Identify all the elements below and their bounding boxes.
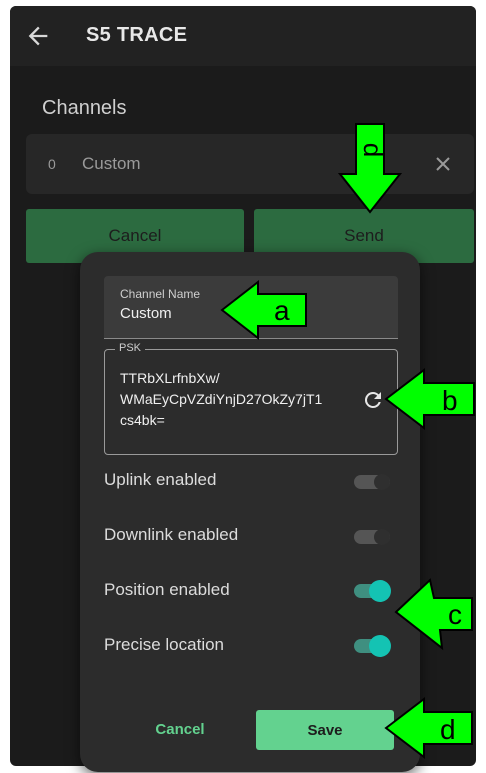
downlink-enabled-switch[interactable] (354, 524, 392, 548)
callout-letter-d-bottom: d (440, 714, 456, 745)
callout-arrow-a: a (220, 280, 307, 340)
psk-label: PSK (115, 342, 146, 354)
callout-letter-b: b (442, 385, 458, 416)
callout-letter-a: a (274, 295, 290, 326)
channel-index: 0 (48, 156, 56, 172)
channel-name-value: Custom (120, 305, 172, 322)
callout-arrow-d-top: d (338, 123, 402, 214)
callout-arrow-c: c (394, 578, 473, 651)
uplink-enabled-label: Uplink enabled (104, 470, 217, 489)
psk-line: TTRbXLrfnbXw/ (120, 370, 220, 386)
psk-line: cs4bk= (120, 412, 165, 428)
precise-location-switch[interactable] (354, 633, 392, 657)
refresh-icon[interactable] (361, 388, 385, 412)
channel-list-item[interactable]: 0 Custom (26, 134, 474, 194)
save-button[interactable]: Save (256, 710, 394, 750)
channels-title: Channels (42, 97, 127, 119)
callout-letter-d-top: d (358, 143, 388, 157)
callout-arrow-b: b (384, 368, 475, 430)
channel-name: Custom (82, 154, 141, 173)
uplink-enabled-switch[interactable] (354, 469, 392, 493)
arrow-left-icon[interactable] (24, 22, 52, 50)
psk-field[interactable]: PSK TTRbXLrfnbXw/WMaEyCpVZdiYnjD27OkZy7j… (104, 342, 398, 455)
precise-location-label: Precise location (104, 635, 225, 654)
app-bar: S5 TRACE (10, 6, 476, 66)
dialog-cancel-button[interactable]: Cancel (136, 712, 224, 746)
callout-letter-c: c (448, 599, 462, 630)
position-enabled-switch[interactable] (354, 578, 392, 602)
downlink-enabled-label: Downlink enabled (104, 525, 239, 544)
callout-arrow-d-bottom: d (384, 697, 473, 759)
psk-line: WMaEyCpVZdiYnjD27OkZy7jT1 (120, 391, 323, 407)
channel-name-label: Channel Name (120, 287, 201, 301)
app-title: S5 TRACE (86, 24, 188, 46)
close-icon[interactable] (431, 152, 455, 176)
psk-value: TTRbXLrfnbXw/WMaEyCpVZdiYnjD27OkZy7jT1 cs… (120, 368, 360, 431)
position-enabled-label: Position enabled (104, 580, 230, 599)
